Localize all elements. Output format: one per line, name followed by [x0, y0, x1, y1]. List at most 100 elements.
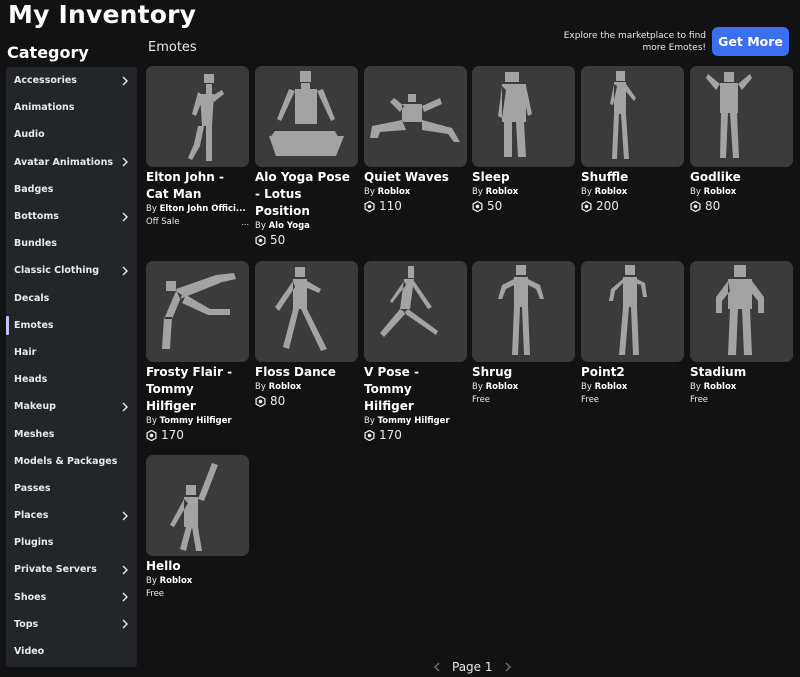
emote-figure-icon — [706, 72, 752, 158]
chevron-right-icon — [122, 266, 128, 276]
item-name[interactable]: Frosty Flair - Tommy Hilfiger — [146, 364, 246, 415]
item-card[interactable]: Stadium By Roblox Free — [690, 261, 793, 407]
prev-page-icon[interactable] — [431, 661, 443, 673]
item-name[interactable]: Sleep — [472, 169, 572, 186]
item-name[interactable]: Elton John - Cat Man — [146, 169, 246, 203]
sidebar-item-label: Plugins — [14, 537, 54, 549]
creator-link[interactable]: Roblox — [595, 382, 628, 392]
next-page-icon[interactable] — [502, 661, 514, 673]
item-card[interactable]: V Pose - Tommy Hilfiger By Tommy Hilfiger… — [364, 261, 467, 443]
more-options-icon[interactable]: ... — [241, 216, 249, 229]
item-name[interactable]: V Pose - Tommy Hilfiger — [364, 364, 464, 415]
robux-icon — [690, 201, 701, 212]
creator-link[interactable]: Roblox — [595, 187, 628, 197]
item-card[interactable]: Quiet Waves By Roblox 110 — [364, 66, 467, 214]
creator-link[interactable]: Elton John Offici... — [160, 204, 246, 214]
item-name[interactable]: Hello — [146, 558, 246, 575]
item-name[interactable]: Shrug — [472, 364, 572, 381]
sidebar-item-places[interactable]: Places — [6, 502, 137, 529]
sidebar-item-bottoms[interactable]: Bottoms — [6, 203, 137, 230]
item-thumbnail[interactable] — [472, 66, 575, 167]
creator-link[interactable]: Roblox — [378, 187, 411, 197]
item-thumbnail[interactable] — [146, 66, 249, 167]
sidebar-item-decals[interactable]: Decals — [6, 285, 137, 312]
item-card[interactable]: Frosty Flair - Tommy Hilfiger By Tommy Hi… — [146, 261, 249, 443]
price-value: 170 — [161, 428, 184, 442]
item-card[interactable]: Hello By Roblox Free — [146, 455, 249, 601]
sidebar-item-badges[interactable]: Badges — [6, 176, 137, 203]
item-status: Off Sale... — [146, 216, 249, 229]
item-thumbnail[interactable] — [364, 261, 467, 362]
item-name[interactable]: Alo Yoga Pose - Lotus Position — [255, 169, 355, 220]
item-thumbnail[interactable] — [472, 261, 575, 362]
sidebar-item-hair[interactable]: Hair — [6, 339, 137, 366]
price-value: 200 — [596, 199, 619, 213]
item-thumbnail[interactable] — [364, 66, 467, 167]
item-card[interactable]: Alo Yoga Pose - Lotus Position By Alo Yog… — [255, 66, 358, 248]
item-thumbnail[interactable] — [581, 261, 684, 362]
item-card[interactable]: Shuffle By Roblox 200 — [581, 66, 684, 214]
sidebar-item-plugins[interactable]: Plugins — [6, 529, 137, 556]
creator-link[interactable]: Roblox — [269, 382, 302, 392]
item-card[interactable]: Sleep By Roblox 50 — [472, 66, 575, 214]
creator-link[interactable]: Roblox — [486, 187, 519, 197]
creator-link[interactable]: Roblox — [704, 187, 737, 197]
item-price: 50 — [255, 233, 358, 248]
creator-prefix: By — [581, 187, 592, 197]
sidebar-item-avatar-animations[interactable]: Avatar Animations — [6, 149, 137, 176]
item-name[interactable]: Floss Dance — [255, 364, 355, 381]
sidebar-item-private-servers[interactable]: Private Servers — [6, 556, 137, 583]
sidebar-item-video[interactable]: Video — [6, 638, 137, 665]
creator-link[interactable]: Alo Yoga — [269, 221, 310, 231]
item-creator: By Roblox — [146, 575, 246, 588]
creator-link[interactable]: Roblox — [704, 382, 737, 392]
sidebar-item-bundles[interactable]: Bundles — [6, 230, 137, 257]
emote-figure-icon — [610, 71, 636, 159]
item-creator: By Roblox — [472, 381, 572, 394]
item-card[interactable]: Godlike By Roblox 80 — [690, 66, 793, 214]
sidebar-item-meshes[interactable]: Meshes — [6, 420, 137, 447]
item-thumbnail[interactable] — [581, 66, 684, 167]
item-card[interactable]: Shrug By Roblox Free — [472, 261, 575, 407]
sidebar-item-audio[interactable]: Audio — [6, 121, 137, 148]
creator-link[interactable]: Tommy Hilfiger — [378, 416, 450, 426]
sidebar-item-makeup[interactable]: Makeup — [6, 393, 137, 420]
item-thumbnail[interactable] — [690, 261, 793, 362]
creator-link[interactable]: Roblox — [486, 382, 519, 392]
sidebar-item-label: Places — [14, 510, 49, 522]
item-thumbnail[interactable] — [146, 455, 249, 556]
item-thumbnail[interactable] — [146, 261, 249, 362]
get-more-button[interactable]: Get More — [712, 27, 789, 56]
item-name[interactable]: Quiet Waves — [364, 169, 464, 186]
item-name[interactable]: Godlike — [690, 169, 790, 186]
item-card[interactable]: Elton John - Cat Man By Elton John Offici… — [146, 66, 249, 229]
creator-prefix: By — [255, 382, 266, 392]
sidebar-item-passes[interactable]: Passes — [6, 475, 137, 502]
item-name[interactable]: Point2 — [581, 364, 681, 381]
creator-link[interactable]: Tommy Hilfiger — [160, 416, 232, 426]
sidebar-item-classic-clothing[interactable]: Classic Clothing — [6, 257, 137, 284]
item-name[interactable]: Shuffle — [581, 169, 681, 186]
item-card[interactable]: Point2 By Roblox Free — [581, 261, 684, 407]
item-thumbnail[interactable] — [255, 66, 358, 167]
page-title: My Inventory — [8, 0, 197, 29]
sidebar-item-accessories[interactable]: Accessories — [6, 67, 137, 94]
sidebar-item-animations[interactable]: Animations — [6, 94, 137, 121]
creator-link[interactable]: Roblox — [160, 576, 193, 586]
item-thumbnail[interactable] — [255, 261, 358, 362]
sidebar-item-heads[interactable]: Heads — [6, 366, 137, 393]
emote-figure-icon — [162, 273, 236, 349]
price-value: 50 — [487, 199, 503, 213]
sidebar-item-shoes[interactable]: Shoes — [6, 584, 137, 611]
item-card[interactable]: Floss Dance By Roblox 80 — [255, 261, 358, 409]
category-sidebar: Accessories Animations Audio Avatar Animati… — [6, 67, 137, 667]
sidebar-item-label: Audio — [14, 129, 45, 141]
item-thumbnail[interactable] — [690, 66, 793, 167]
sidebar-item-models-packages[interactable]: Models & Packages — [6, 448, 137, 475]
chevron-right-icon — [122, 76, 128, 86]
item-name[interactable]: Stadium — [690, 364, 790, 381]
price-value: 80 — [705, 199, 721, 213]
item-price: 50 — [472, 199, 575, 214]
sidebar-item-tops[interactable]: Tops — [6, 611, 137, 638]
sidebar-item-emotes[interactable]: Emotes — [6, 312, 137, 339]
